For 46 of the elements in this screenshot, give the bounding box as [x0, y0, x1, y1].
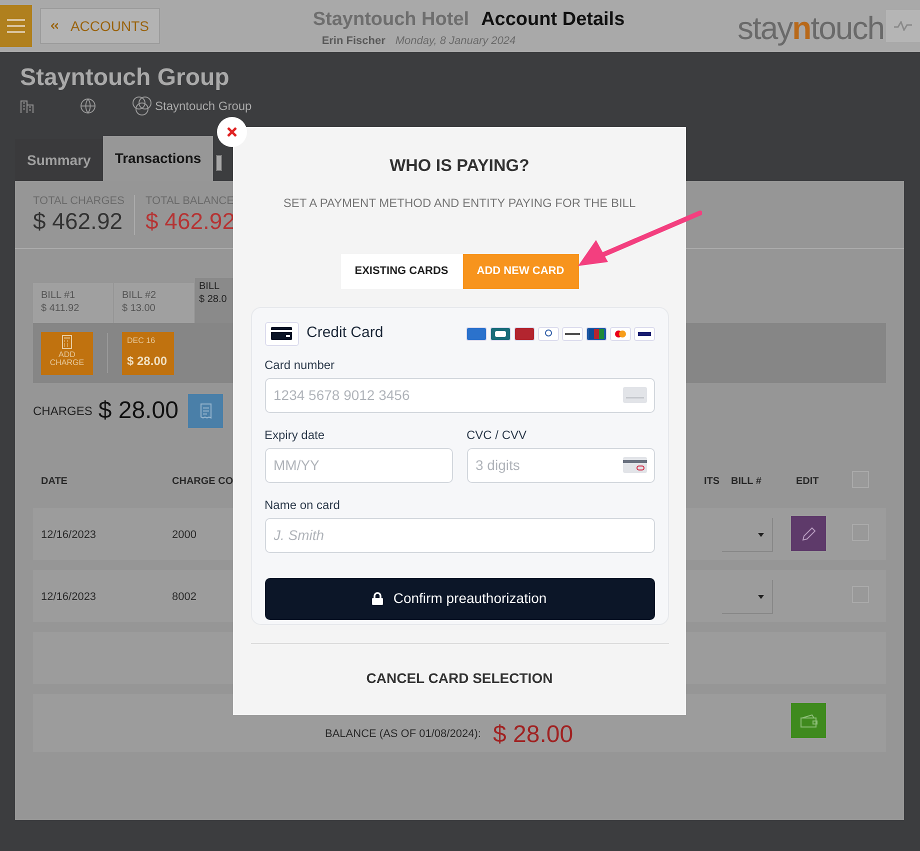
cancel-button[interactable]: CANCEL CARD SELECTION	[356, 662, 563, 694]
input-field[interactable]: MM/YY	[264, 448, 452, 482]
card-tab[interactable]: EXISTING CARDS	[340, 254, 462, 288]
charges-amount: $ 28.00	[98, 396, 178, 426]
page-title: Account Details	[481, 8, 625, 32]
input-field[interactable]: J. Smith	[264, 518, 654, 552]
column-header: DATE	[41, 475, 68, 489]
input-field[interactable]: 1234 5678 9012 3456	[264, 378, 654, 412]
charges-label: CHARGES	[33, 403, 92, 420]
table-cell-text: 12/16/2023	[41, 528, 96, 543]
user-name: Erin Fischer	[322, 34, 386, 48]
card-amount: $ 28.00	[127, 352, 168, 370]
logo: stayntouch	[737, 9, 884, 48]
payment-method: Credit Card	[306, 323, 384, 344]
balance-value: $ 28.00	[493, 722, 574, 748]
hotel-name: Stayntouch Hotel	[312, 8, 470, 32]
business-date: Monday, 8 January 2024	[395, 34, 516, 48]
total-value: $ 462.92	[145, 206, 236, 234]
dialog-subtitle: SET A PAYMENT METHOD AND ENTITY PAYING FOR THE BILL	[283, 194, 636, 212]
column-header: EDIT	[796, 475, 819, 489]
add-charge-button[interactable]: ADD CHARGE	[41, 332, 93, 374]
account-name: Stayntouch Group	[20, 64, 230, 92]
field-label: Expiry date	[264, 426, 326, 444]
dialog-title: WHO IS PAYING?	[390, 155, 530, 177]
bill-tab[interactable]: BILL #1 $ 411.92	[33, 283, 113, 323]
card-tab[interactable]: ADD NEW CARD	[462, 254, 578, 288]
bill-tab[interactable]: BILL #2 $ 13.00	[114, 283, 194, 323]
table-cell-text: 8002	[172, 590, 196, 605]
accounts-button[interactable]: ACCOUNTS	[40, 8, 160, 44]
card-date: DEC 16	[127, 334, 156, 346]
confirm-button[interactable]: Confirm preauthorization	[264, 578, 654, 620]
table-cell-text: 2000	[172, 528, 196, 543]
date-card[interactable]: DEC 16 $ 28.00	[122, 332, 174, 374]
bill-tab[interactable]: BILL $ 28.0	[195, 278, 233, 323]
input-field[interactable]: 3 digits	[466, 448, 654, 482]
field-label: Card number	[264, 356, 336, 374]
column-header: ITS	[704, 475, 720, 489]
column-header: CHARGE CO	[172, 475, 234, 489]
table-cell-text: 12/16/2023	[41, 590, 96, 605]
balance-label: BALANCE (AS OF 01/08/2024):	[325, 727, 481, 742]
column-header: BILL #	[731, 475, 762, 489]
tab[interactable]: Transactions	[102, 136, 214, 181]
field-label: Name on card	[264, 496, 341, 514]
total-value: $ 462.92	[33, 206, 124, 234]
parent-account: Stayntouch Group	[155, 98, 252, 115]
field-label: CVC / CVV	[466, 426, 528, 444]
